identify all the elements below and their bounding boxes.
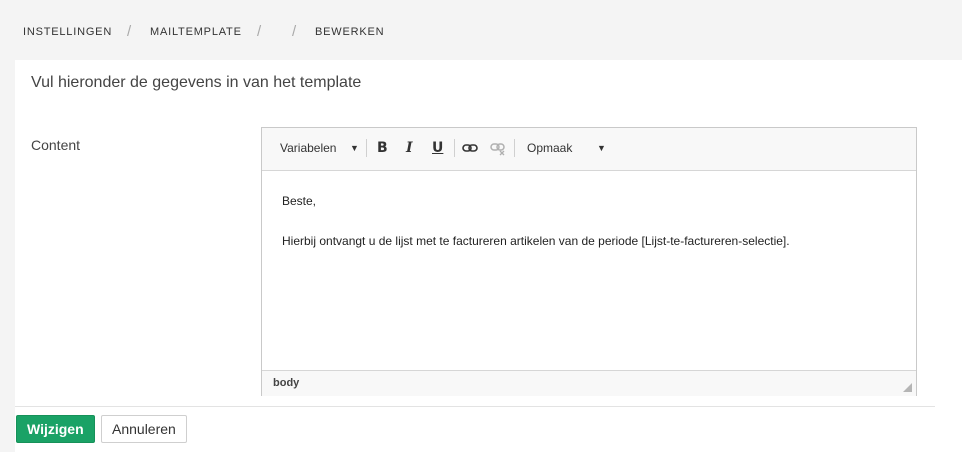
content-line: Beste, <box>282 194 317 208</box>
form-divider <box>15 406 935 407</box>
toolbar-divider <box>514 139 515 157</box>
breadcrumb-separator: / <box>292 23 297 40</box>
toolbar-divider <box>454 139 455 157</box>
breadcrumb-separator: / <box>127 23 132 40</box>
variables-dropdown[interactable]: Variabelen <box>280 141 336 155</box>
form-heading: Vul hieronder de gegevens in van het tem… <box>31 74 362 91</box>
editor-toolbar: Variabelen ▼ B I U Opmaak ▼ <box>262 128 916 171</box>
resize-handle-icon[interactable] <box>903 383 912 392</box>
format-dropdown[interactable]: Opmaak <box>527 141 572 155</box>
breadcrumb-separator: / <box>257 23 262 40</box>
save-button[interactable]: Wijzigen <box>16 415 95 443</box>
cancel-button[interactable]: Annuleren <box>101 415 187 443</box>
editor-statusbar: body <box>262 370 916 396</box>
underline-button[interactable]: U <box>432 139 443 157</box>
unlink-icon[interactable] <box>490 140 506 160</box>
rich-text-editor: Variabelen ▼ B I U Opmaak ▼ Beste, Hierb… <box>261 127 917 396</box>
bold-button[interactable]: B <box>377 139 388 157</box>
breadcrumb-item-instellingen[interactable]: INSTELLINGEN <box>23 26 112 38</box>
format-caret-icon[interactable]: ▼ <box>597 143 606 153</box>
content-label: Content <box>31 137 81 153</box>
editor-content[interactable]: Beste, Hierbij ontvangt u de lijst met t… <box>262 170 916 370</box>
breadcrumb-item-bewerken: BEWERKEN <box>315 26 385 38</box>
link-icon[interactable] <box>462 140 478 160</box>
form-card: Vul hieronder de gegevens in van het tem… <box>15 60 962 452</box>
breadcrumb-item-mailtemplate[interactable]: MAILTEMPLATE <box>150 26 242 38</box>
toolbar-divider <box>366 139 367 157</box>
content-line: Hierbij ontvangt u de lijst met te factu… <box>282 234 790 248</box>
element-path[interactable]: body <box>273 377 299 389</box>
italic-button[interactable]: I <box>406 139 413 157</box>
variables-caret-icon[interactable]: ▼ <box>350 143 359 153</box>
breadcrumb: INSTELLINGEN / MAILTEMPLATE / / BEWERKEN <box>0 0 962 60</box>
